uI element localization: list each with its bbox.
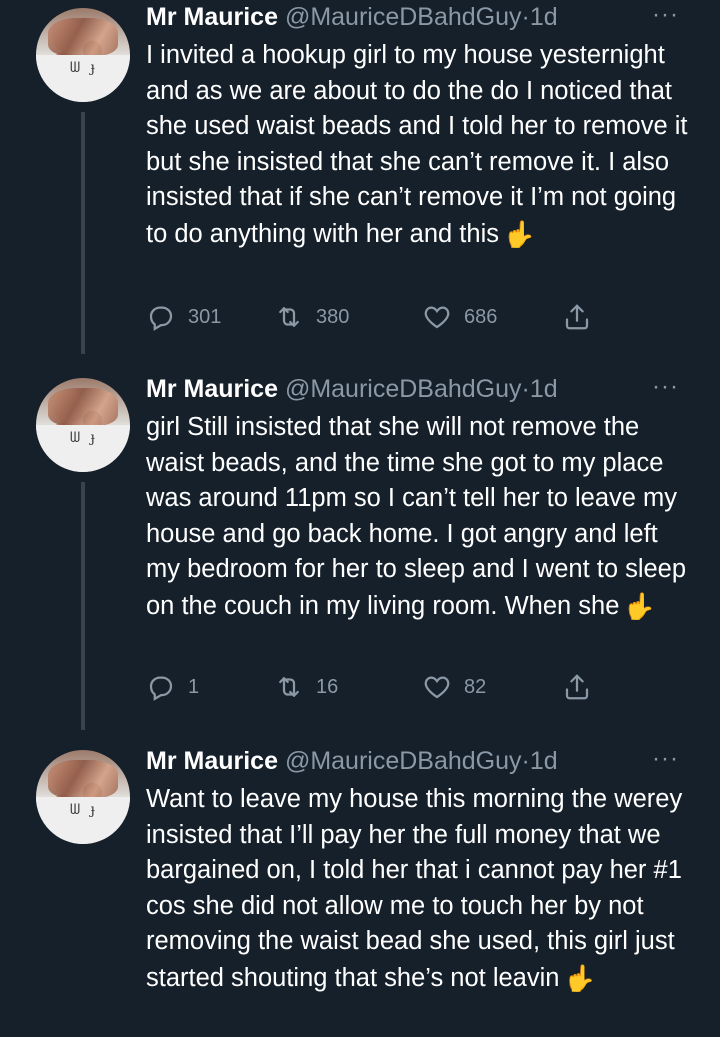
display-name[interactable]: Mr Maurice xyxy=(146,375,278,403)
reply-count: 301 xyxy=(188,305,222,328)
tweet-header: Mr Maurice @MauriceDBahdGuy·1d xyxy=(146,0,558,34)
tweet-actions: 1 16 82 xyxy=(146,672,606,706)
timestamp[interactable]: 1d xyxy=(530,747,558,775)
like-button[interactable]: 686 xyxy=(422,302,497,332)
pointing-down-emoji: 👇 xyxy=(502,219,536,249)
reply-button[interactable]: 301 xyxy=(146,302,221,332)
thread-line xyxy=(81,112,85,354)
timestamp[interactable]: 1d xyxy=(530,375,558,403)
like-button[interactable]: 82 xyxy=(422,672,486,702)
retweet-count: 380 xyxy=(316,305,350,328)
reply-icon xyxy=(149,306,173,331)
retweet-button[interactable]: 16 xyxy=(274,672,338,702)
tweet-actions: 301 380 686 xyxy=(146,302,606,336)
more-icon[interactable]: ··· xyxy=(652,744,679,774)
timestamp[interactable]: 1d xyxy=(530,3,558,31)
tweet-text: girl Still insisted that she will not re… xyxy=(146,413,687,621)
thread-line xyxy=(81,482,85,730)
share-button[interactable] xyxy=(562,302,592,332)
user-handle[interactable]: @MauriceDBahdGuy xyxy=(285,375,522,403)
display-name[interactable]: Mr Maurice xyxy=(146,3,278,31)
separator: · xyxy=(521,747,530,775)
pointing-down-emoji: 👇 xyxy=(563,963,596,993)
retweet-button[interactable]: 380 xyxy=(274,302,349,332)
avatar[interactable]: ᗯ ɟ xyxy=(36,378,130,472)
pointing-down-emoji: 👇 xyxy=(623,591,656,621)
more-icon[interactable]: ··· xyxy=(652,372,679,402)
retweet-icon xyxy=(279,307,299,327)
avatar-image xyxy=(48,388,118,426)
avatar-image xyxy=(48,18,118,56)
tweet-header: Mr Maurice @MauriceDBahdGuy·1d xyxy=(146,744,558,778)
reply-icon xyxy=(149,676,173,701)
tweet-2[interactable]: ᗯ ɟ Mr Maurice @MauriceDBahdGuy·1d ··· g… xyxy=(0,372,720,742)
heart-icon xyxy=(424,306,450,329)
avatar[interactable]: ᗯ ɟ xyxy=(36,750,130,844)
display-name[interactable]: Mr Maurice xyxy=(146,747,278,775)
separator: · xyxy=(521,3,530,31)
tweet-header: Mr Maurice @MauriceDBahdGuy·1d xyxy=(146,372,558,406)
user-handle[interactable]: @MauriceDBahdGuy xyxy=(285,3,522,31)
more-icon[interactable]: ··· xyxy=(652,0,679,30)
tweet-text: Want to leave my house this morning the … xyxy=(146,785,683,993)
heart-icon xyxy=(424,676,450,699)
tweet-3[interactable]: ᗯ ɟ Mr Maurice @MauriceDBahdGuy·1d ··· W… xyxy=(0,744,720,1037)
tweet-text: I invited a hookup girl to my house yest… xyxy=(146,41,688,249)
like-count: 82 xyxy=(464,675,487,698)
retweet-count: 16 xyxy=(316,675,339,698)
share-button[interactable] xyxy=(562,672,592,702)
share-icon xyxy=(565,304,589,330)
separator: · xyxy=(521,375,530,403)
user-handle[interactable]: @MauriceDBahdGuy xyxy=(285,747,522,775)
avatar-image xyxy=(48,760,118,798)
reply-count: 1 xyxy=(188,675,200,698)
like-count: 686 xyxy=(464,305,498,328)
reply-button[interactable]: 1 xyxy=(146,672,199,702)
avatar[interactable]: ᗯ ɟ xyxy=(36,8,130,102)
retweet-icon xyxy=(279,677,299,697)
tweet-1[interactable]: ᗯ ɟ Mr Maurice @MauriceDBahdGuy·1d ··· I… xyxy=(0,0,720,370)
share-icon xyxy=(565,674,589,700)
